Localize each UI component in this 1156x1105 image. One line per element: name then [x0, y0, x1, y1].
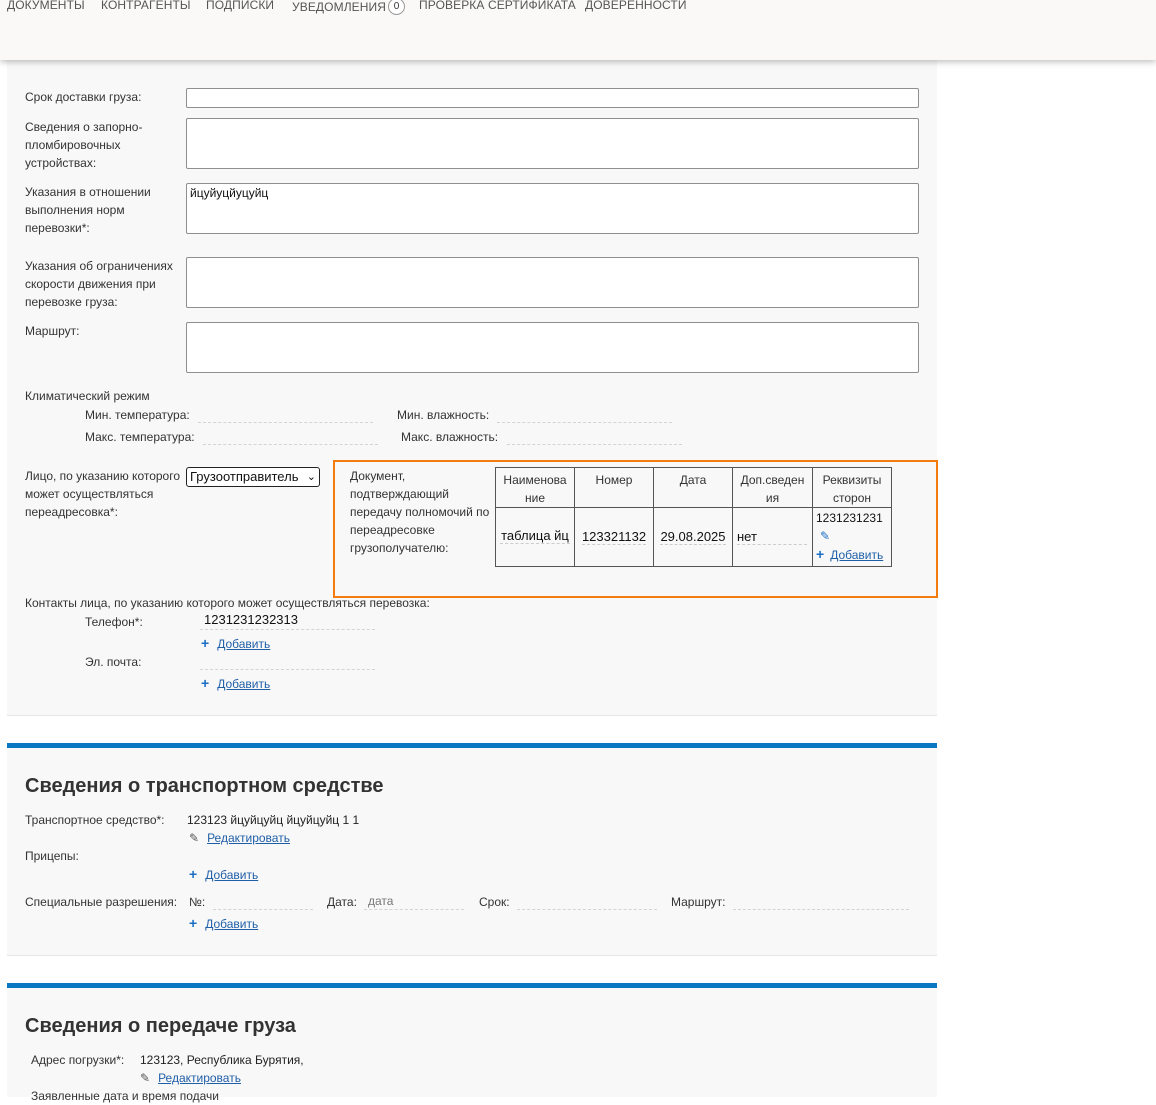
min-humidity-input[interactable] [497, 405, 672, 423]
permit-no-label: №: [189, 895, 206, 909]
seal-devices-textarea[interactable] [186, 118, 919, 169]
cell-extra-value: нет [737, 529, 807, 545]
permits-add-link[interactable]: Добавить [205, 917, 258, 931]
nav-documents[interactable]: ДОКУМЕНТЫ [7, 0, 85, 12]
max-humidity-input[interactable] [507, 427, 682, 445]
phone-add-link[interactable]: Добавить [217, 637, 270, 651]
load-address-edit-link[interactable]: Редактировать [158, 1071, 241, 1085]
column-header-date: Дата [653, 467, 733, 508]
column-header-requisites: Реквизиты сторон [812, 467, 892, 508]
permit-date-label: Дата: [327, 895, 357, 909]
permit-no-input[interactable] [213, 892, 313, 910]
cell-requisites-value: 1231231231 [816, 511, 883, 525]
email-input[interactable] [200, 652, 375, 670]
nav-counterparties[interactable]: КОНТРАГЕНТЫ [101, 0, 191, 12]
trailers-add[interactable]: + Добавить [189, 865, 258, 884]
max-humidity-label: Макс. влажность: [401, 430, 499, 444]
trailers-label: Прицепы: [25, 849, 79, 863]
pencil-icon: ✎ [140, 1071, 151, 1085]
max-temp-input[interactable] [203, 427, 378, 445]
redirect-person-select[interactable]: Грузоотправитель ⌄ [186, 467, 320, 487]
authority-doc-label: Документ, подтверждающий передачу полном… [350, 469, 490, 555]
route-textarea[interactable] [186, 322, 919, 373]
vehicle-value: 123123 йцуйцуйц йцуйцуйц 1 1 [187, 813, 360, 827]
email-label: Эл. почта: [85, 655, 142, 669]
climate-title: Климатический режим [25, 389, 150, 403]
column-header-number: Номер [574, 467, 654, 508]
trailers-add-link[interactable]: Добавить [205, 868, 258, 882]
permit-term-label: Срок: [479, 895, 510, 909]
nav-certificate-check[interactable]: ПРОВЕРКА СЕРТИФИКАТА [419, 0, 576, 12]
nav-powers-of-attorney[interactable]: ДОВЕРЕННОСТИ [585, 0, 687, 12]
plus-icon: + [816, 546, 825, 562]
cell-name-value: таблица йц [500, 527, 570, 544]
cell-number-value: 123321132 [581, 529, 647, 545]
permits-label: Специальные разрешения: [25, 895, 178, 909]
delivery-term-input[interactable] [186, 88, 919, 108]
redirect-person-selected: Грузоотправитель [190, 469, 299, 484]
nav-notifications[interactable]: УВЕДОМЛЕНИЯ 0 [292, 0, 406, 15]
vehicle-label: Транспортное средство*: [25, 813, 165, 827]
requisites-edit[interactable]: ✎ [816, 527, 891, 545]
nav-notifications-label: УВЕДОМЛЕНИЯ [292, 0, 387, 14]
column-header-name: Наименова ние [495, 467, 575, 508]
cell-name[interactable]: таблица йц [495, 507, 575, 567]
panel-divider [7, 955, 937, 956]
pencil-icon: ✎ [189, 831, 200, 845]
top-navigation: ДОКУМЕНТЫ КОНТРАГЕНТЫ ПОДПИСКИ УВЕДОМЛЕН… [0, 0, 1156, 60]
norms-label: Указания в отношении выполнения норм пер… [25, 185, 151, 235]
authority-doc-table: Наименова ние Номер Дата Доп.сведен ия Р… [495, 467, 892, 567]
requisites-add[interactable]: + Добавить [816, 545, 891, 564]
declared-datetime-label: Заявленные дата и время подачи [31, 1089, 219, 1103]
min-temp-label: Мин. температура: [85, 408, 190, 422]
permit-date-input[interactable]: дата [364, 892, 464, 910]
vehicle-edit-link[interactable]: Редактировать [207, 831, 290, 845]
phone-add[interactable]: + Добавить [201, 634, 270, 653]
vehicle-edit[interactable]: ✎ Редактировать [189, 829, 290, 847]
seal-devices-label: Сведения о запорно-пломбировочных устрой… [25, 120, 143, 170]
requisites-add-link[interactable]: Добавить [830, 548, 883, 562]
pencil-icon[interactable]: ✎ [820, 529, 830, 543]
table-row: таблица йц 123321132 29.08.2025 нет 1231… [495, 507, 892, 567]
email-add[interactable]: + Добавить [201, 674, 270, 693]
min-temp-input[interactable] [198, 405, 373, 423]
load-address-edit[interactable]: ✎ Редактировать [140, 1069, 241, 1087]
plus-icon: + [189, 866, 198, 882]
redirect-person-label: Лицо, по указанию которого может осущест… [25, 469, 181, 519]
chevron-down-icon: ⌄ [306, 471, 316, 483]
norms-textarea[interactable]: йцуйуцйуцуйц [186, 183, 919, 234]
cargo-section-title: Сведения о передаче груза [25, 1015, 296, 1037]
permit-term-input[interactable] [517, 892, 657, 910]
notifications-count-badge: 0 [388, 0, 406, 15]
cell-number[interactable]: 123321132 [574, 507, 654, 567]
nav-subscriptions[interactable]: ПОДПИСКИ [206, 0, 274, 12]
load-address-value: 123123, Республика Бурятия, [140, 1053, 304, 1067]
phone-label: Телефон*: [85, 615, 143, 629]
route-label: Маршрут: [25, 324, 80, 338]
plus-icon: + [189, 915, 198, 931]
plus-icon: + [201, 635, 210, 651]
cell-date-value: 29.08.2025 [660, 529, 726, 545]
plus-icon: + [201, 675, 210, 691]
max-temp-label: Макс. температура: [85, 430, 195, 444]
delivery-term-label: Срок доставки груза: [25, 90, 142, 104]
permit-route-input[interactable] [733, 892, 909, 910]
speed-limits-label: Указания об ограничениях скорости движен… [25, 259, 173, 309]
cell-requisites: 1231231231 ✎ + Добавить [812, 507, 892, 567]
load-address-label: Адрес погрузки*: [31, 1053, 125, 1067]
cell-extra[interactable]: нет [732, 507, 813, 567]
cell-date[interactable]: 29.08.2025 [653, 507, 733, 567]
panel-divider [7, 715, 937, 716]
phone-input[interactable]: 1231231232313 [200, 612, 375, 630]
speed-limits-textarea[interactable] [186, 257, 919, 308]
min-humidity-label: Мин. влажность: [397, 408, 490, 422]
vehicle-section-title: Сведения о транспортном средстве [25, 775, 384, 797]
email-add-link[interactable]: Добавить [217, 677, 270, 691]
column-header-extra: Доп.сведен ия [732, 467, 813, 508]
permit-route-label: Маршрут: [671, 895, 726, 909]
permits-add[interactable]: + Добавить [189, 914, 258, 933]
